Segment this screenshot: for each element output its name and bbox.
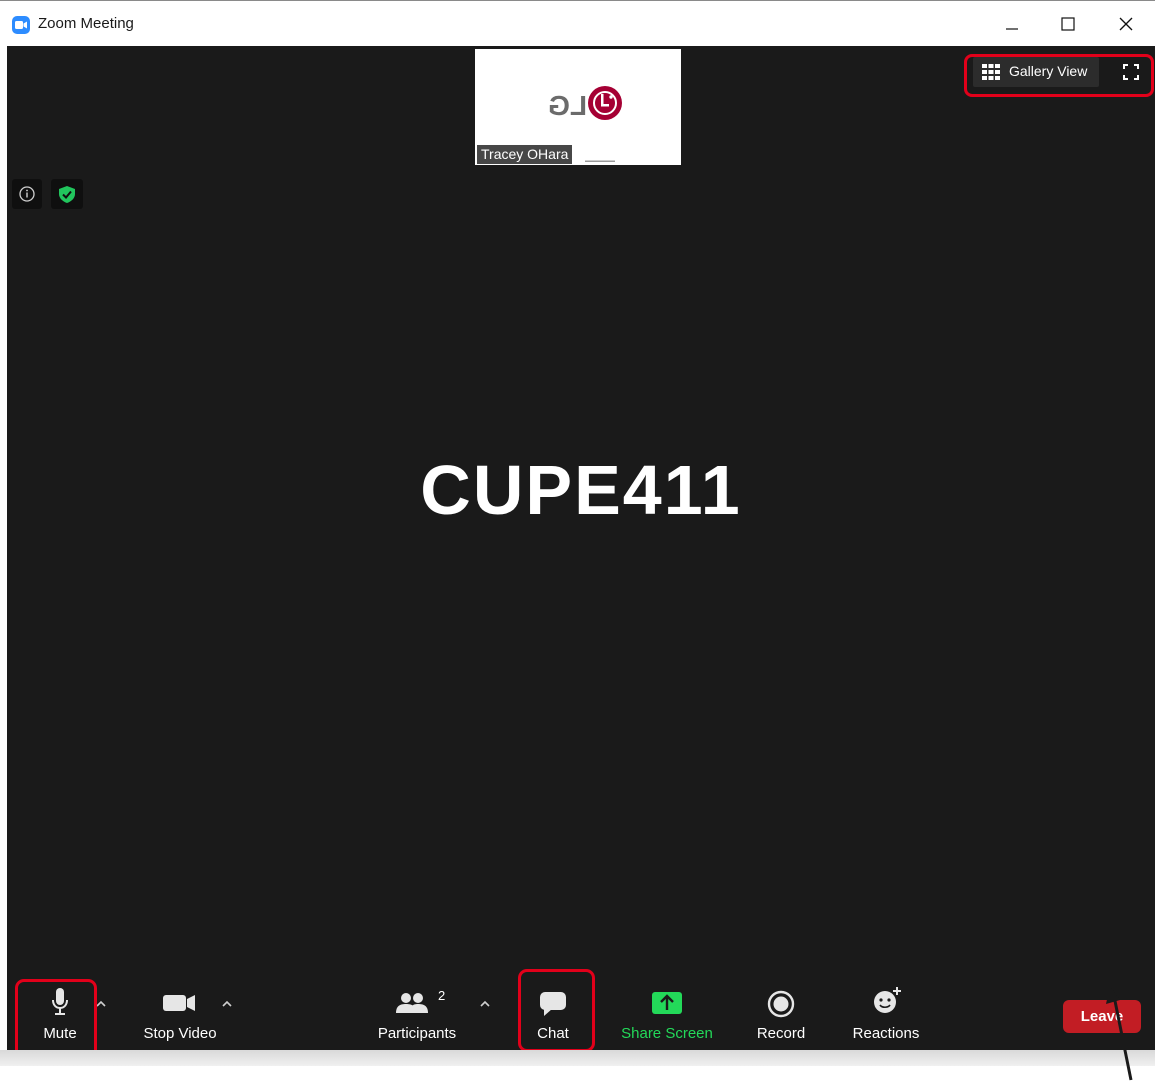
participants-icon (396, 993, 428, 1013)
stop-video-label: Stop Video (143, 1025, 217, 1042)
lg-logo: LG (527, 85, 623, 130)
close-icon (1119, 17, 1133, 31)
share-screen-icon (652, 992, 682, 1014)
chevron-up-icon (480, 1000, 490, 1007)
video-camera-icon (163, 995, 195, 1011)
meeting-info-button[interactable] (12, 179, 42, 209)
video-options-caret[interactable] (221, 996, 235, 1010)
participants-label: Participants (377, 1025, 457, 1042)
reactions-button[interactable]: Reactions (847, 986, 925, 1046)
minimize-icon (1006, 28, 1018, 30)
leave-arrow-annotation (1106, 986, 1133, 1081)
logo-tagline: ▬▬▬▬▬▬ (585, 158, 615, 164)
share-screen-button[interactable]: Share Screen (619, 986, 715, 1046)
reactions-label: Reactions (852, 1025, 920, 1042)
svg-text:LG: LG (548, 90, 587, 121)
participants-button[interactable]: 2 Participants (372, 986, 462, 1046)
titlebar-border (0, 0, 1155, 1)
zoom-camera-icon (12, 16, 30, 34)
share-screen-label: Share Screen (621, 1025, 713, 1042)
window-title: Zoom Meeting (38, 15, 134, 32)
maximize-button[interactable] (1048, 10, 1088, 38)
info-icon (19, 186, 35, 202)
chevron-up-icon (222, 1000, 232, 1007)
window-titlebar: Zoom Meeting (0, 0, 1155, 46)
record-label: Record (756, 1025, 806, 1042)
window-bottom-strip (0, 1050, 1155, 1066)
shield-check-icon (59, 186, 75, 203)
maximize-icon (1061, 17, 1075, 31)
participant-name-label: Tracey OHara (477, 145, 573, 164)
participants-options-caret[interactable] (479, 996, 493, 1010)
speaker-display-name: CUPE411 (420, 451, 742, 529)
minimize-button[interactable] (992, 10, 1032, 38)
record-icon (767, 990, 795, 1018)
stop-video-button[interactable]: Stop Video (135, 986, 225, 1046)
meeting-stage: LG Tracey OHara ▬▬▬▬▬▬ Gallery View CUPE… (7, 46, 1155, 1062)
audio-options-caret[interactable] (95, 996, 109, 1010)
add-emoji-icon (874, 987, 901, 1013)
encryption-status-button[interactable] (51, 179, 83, 209)
gallery-view-callout (964, 54, 1154, 97)
record-button[interactable]: Record (752, 986, 810, 1046)
chat-callout (518, 969, 595, 1052)
close-button[interactable] (1106, 10, 1146, 38)
participants-count: 2 (438, 988, 446, 1003)
participant-video-tile[interactable]: LG Tracey OHara ▬▬▬▬▬▬ (475, 49, 681, 165)
